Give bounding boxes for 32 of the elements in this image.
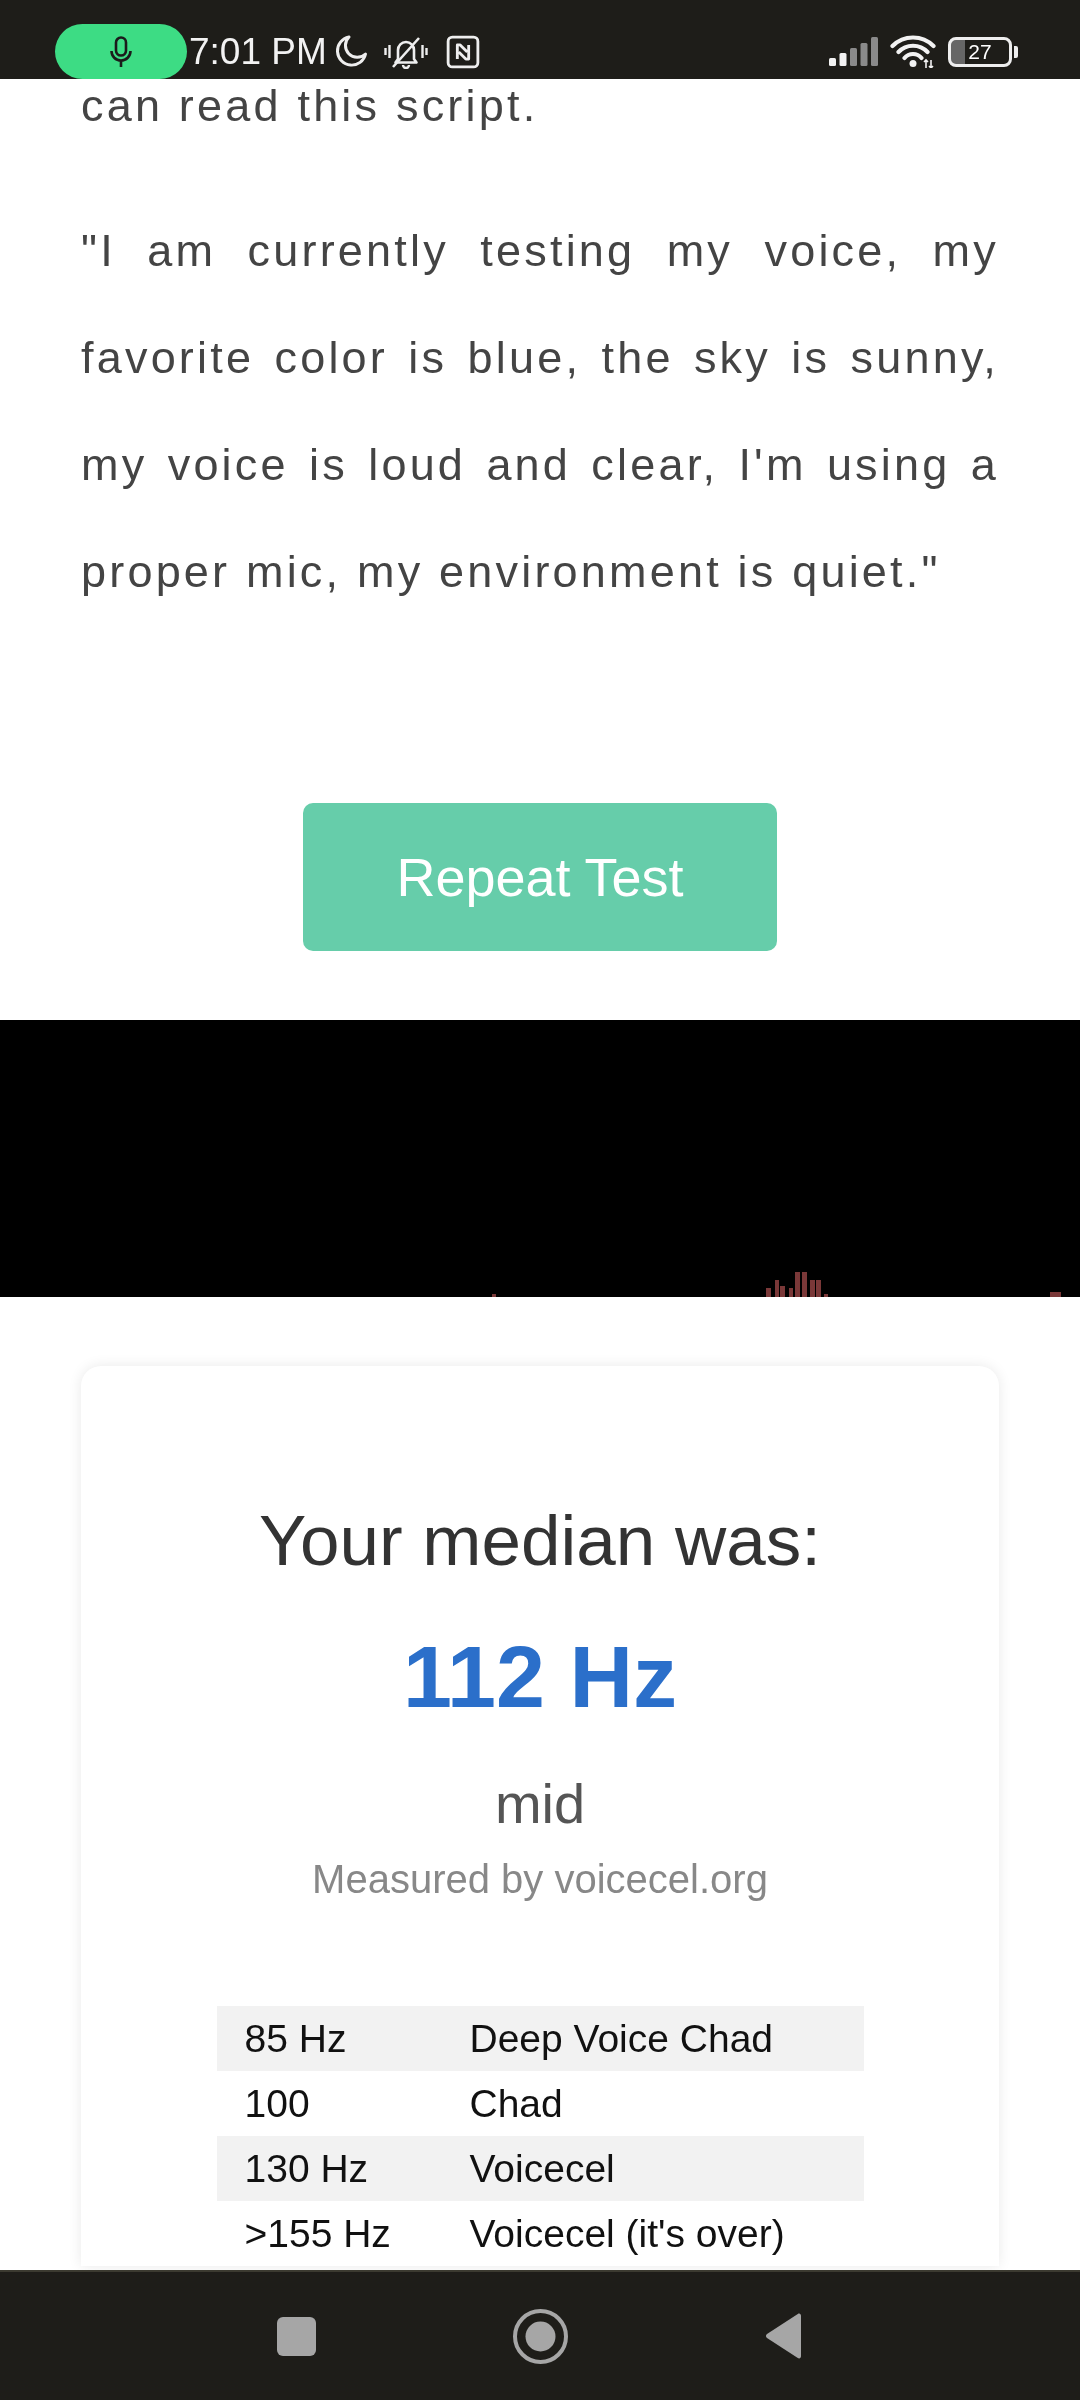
spectrum-bar: [795, 1272, 800, 1297]
wifi-icon: [890, 35, 936, 68]
credit-text: Measured by voicecel.org: [312, 1856, 768, 1903]
repeat-test-button[interactable]: Repeat Test: [303, 803, 777, 951]
spectrum-bar: [1050, 1292, 1061, 1297]
result-heading: Your median was:: [259, 1500, 821, 1582]
voice-category: mid: [494, 1771, 586, 1837]
moon-icon: [334, 34, 368, 69]
spectrum-bar: [492, 1294, 496, 1297]
spectrum-bar: [824, 1294, 828, 1297]
signal-icon: [829, 37, 878, 66]
table-cell: Voicecel: [469, 2136, 864, 2201]
table-cell: 85 Hz: [216, 2006, 470, 2071]
table-cell-text: 100: [243, 2080, 311, 2127]
table-cell-text: Chad: [469, 2080, 564, 2127]
table-cell: Deep Voice Chad: [469, 2006, 864, 2071]
square-icon[interactable]: [277, 2316, 316, 2356]
median-value: 112 Hz: [403, 1626, 677, 1728]
nfc-icon: [445, 34, 480, 69]
script-text: can read this script.: [81, 79, 540, 133]
status-time: 7:01 PM: [189, 29, 327, 74]
microphone-icon: [109, 35, 133, 68]
table-cell-text: >155 Hz: [243, 2210, 392, 2257]
table-cell-text: Voicecel (it's over): [469, 2210, 786, 2257]
spectrum-bar: [802, 1272, 807, 1297]
table-cell: 130 Hz: [216, 2136, 470, 2201]
back-icon[interactable]: [765, 2313, 803, 2359]
spectrum-bar: [766, 1288, 771, 1297]
script-quote: "I am currently testing my voice, my favorite color is blue, the sky is sunny, my voice is loud and clear, I'm using a proper mic, my environment is quiet.": [81, 224, 999, 599]
home-icon[interactable]: [513, 2308, 568, 2364]
spectrum-bar: [789, 1288, 793, 1297]
battery-indicator: 27: [948, 36, 1018, 67]
